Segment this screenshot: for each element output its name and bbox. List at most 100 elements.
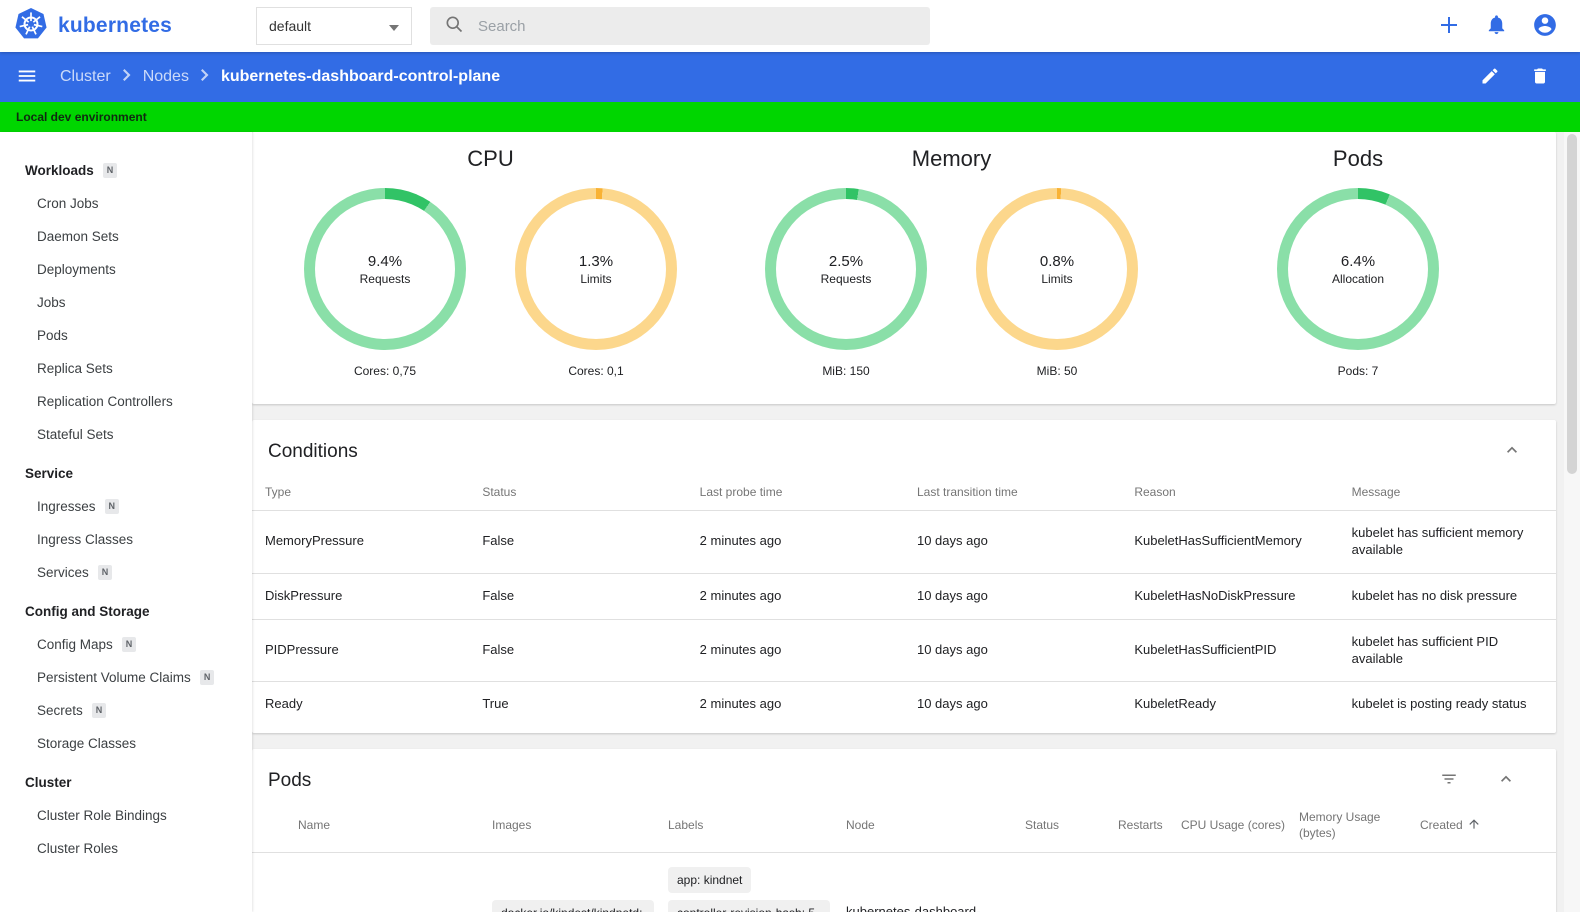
cpu-requests-gauge: 9.4% Requests Cores: 0,75 xyxy=(304,188,466,378)
sidebar-item-label: Config Maps xyxy=(37,637,113,652)
column-created[interactable]: Created xyxy=(1420,817,1525,836)
cpu-gauge-group: CPU 9.4% Requests Cores: 0,75 1.3% Limit… xyxy=(304,146,677,378)
pod-labels: app: kindnet controller-revision-hash: 5… xyxy=(668,866,846,912)
create-resource-button[interactable] xyxy=(1437,13,1461,40)
column-type: Type xyxy=(252,477,470,511)
condition-message: kubelet has sufficient memory available xyxy=(1338,510,1556,574)
condition-row: MemoryPressure False 2 minutes ago 10 da… xyxy=(252,510,1556,574)
column-labels: Labels xyxy=(668,818,704,833)
sidebar: Workloads N Cron Jobs Daemon Sets Deploy… xyxy=(0,132,252,912)
new-badge: N xyxy=(121,637,137,652)
condition-transition-time: 10 days ago xyxy=(903,619,1122,683)
sidebar-item-secrets[interactable]: Secrets N xyxy=(0,694,252,727)
column-name[interactable]: Name xyxy=(298,818,492,834)
condition-message: kubelet is posting ready status xyxy=(1351,696,1527,712)
conditions-card: Conditions Type Status Last probe time L… xyxy=(252,420,1556,734)
sidebar-item-label: Cluster Roles xyxy=(37,841,119,856)
sidebar-item-label: Storage Classes xyxy=(37,736,137,751)
kubernetes-helm-icon xyxy=(14,7,48,46)
gauge-footer: Pods: 7 xyxy=(1337,364,1379,378)
account-button[interactable] xyxy=(1532,12,1558,41)
namespace-selector[interactable]: default xyxy=(256,7,412,45)
column-status: Status xyxy=(469,477,687,511)
sidebar-section-config-storage: Config and Storage Config Maps N Persist… xyxy=(0,595,252,760)
gauge-label: Allocation xyxy=(1331,271,1385,286)
sidebar-item-label: Ingresses xyxy=(37,499,96,514)
main-scrollbar[interactable] xyxy=(1564,132,1580,912)
chevron-right-icon xyxy=(200,68,209,86)
sidebar-item-cluster-roles[interactable]: Cluster Roles xyxy=(0,832,252,865)
gauge-label: Requests xyxy=(820,271,872,286)
kubernetes-logo[interactable]: kubernetes xyxy=(0,7,256,46)
column-reason: Reason xyxy=(1121,477,1339,511)
sidebar-item-cluster[interactable]: Cluster xyxy=(0,766,252,799)
delete-button[interactable] xyxy=(1530,66,1550,89)
pods-filter-button[interactable] xyxy=(1440,770,1458,791)
pod-node: kubernetes-dashboard-control-plane xyxy=(846,904,981,912)
filter-list-icon xyxy=(1440,770,1458,791)
breadcrumb-cluster[interactable]: Cluster xyxy=(60,68,111,86)
account-circle-icon xyxy=(1532,12,1558,41)
menu-button[interactable] xyxy=(16,65,38,90)
sidebar-item-pods[interactable]: Pods xyxy=(0,319,252,352)
sidebar-item-stateful-sets[interactable]: Stateful Sets xyxy=(0,418,252,451)
sidebar-section-cluster: Cluster Cluster Role Bindings Cluster Ro… xyxy=(0,766,252,865)
search-input[interactable] xyxy=(478,17,916,35)
pods-card-title: Pods xyxy=(268,769,312,791)
condition-message: kubelet has sufficient PID available xyxy=(1338,619,1556,683)
cpu-requests-donut: 9.4% Requests xyxy=(304,188,466,350)
sidebar-item-service[interactable]: Service xyxy=(0,457,252,490)
sidebar-item-jobs[interactable]: Jobs xyxy=(0,286,252,319)
topbar-actions xyxy=(1437,12,1580,41)
sidebar-item-deployments[interactable]: Deployments xyxy=(0,253,252,286)
sidebar-item-daemon-sets[interactable]: Daemon Sets xyxy=(0,220,252,253)
environment-banner: Local dev environment xyxy=(0,102,1580,132)
pods-card: Pods Name Images Labels Node Status Rest… xyxy=(252,749,1556,912)
search-bar[interactable] xyxy=(430,7,930,45)
bell-icon xyxy=(1485,13,1508,39)
pod-image-chip: docker.io/kindest/kindnetd:v20230511-dc7… xyxy=(492,899,654,912)
scrollbar-thumb[interactable] xyxy=(1567,134,1577,474)
condition-reason: KubeletHasNoDiskPressure xyxy=(1121,573,1339,620)
sidebar-item-cluster-role-bindings[interactable]: Cluster Role Bindings xyxy=(0,799,252,832)
sidebar-item-replication-controllers[interactable]: Replication Controllers xyxy=(0,385,252,418)
condition-transition-time: 10 days ago xyxy=(903,573,1122,620)
sidebar-item-workloads[interactable]: Workloads N xyxy=(0,154,252,187)
column-last-transition-time: Last transition time xyxy=(903,477,1122,511)
sidebar-item-label: Services xyxy=(37,565,89,580)
sidebar-item-label: Ingress Classes xyxy=(37,532,134,547)
column-last-probe-time: Last probe time xyxy=(686,477,904,511)
sidebar-item-ingress-classes[interactable]: Ingress Classes xyxy=(0,523,252,556)
column-node: Node xyxy=(846,818,875,833)
condition-type: MemoryPressure xyxy=(252,510,470,574)
sidebar-item-label: Daemon Sets xyxy=(37,229,119,244)
condition-status: False xyxy=(469,573,687,620)
sidebar-item-config-and-storage[interactable]: Config and Storage xyxy=(0,595,252,628)
sidebar-item-cron-jobs[interactable]: Cron Jobs xyxy=(0,187,252,220)
chevron-up-icon xyxy=(1496,769,1516,792)
breadcrumb-nodes[interactable]: Nodes xyxy=(143,68,189,86)
sidebar-item-label: Deployments xyxy=(37,262,116,277)
condition-transition-time: 10 days ago xyxy=(916,696,988,712)
gauge-footer: Cores: 0,1 xyxy=(568,364,624,378)
notifications-button[interactable] xyxy=(1485,13,1508,39)
sidebar-item-ingresses[interactable]: Ingresses N xyxy=(0,490,252,523)
sidebar-item-storage-classes[interactable]: Storage Classes xyxy=(0,727,252,760)
memory-requests-gauge: 2.5% Requests MiB: 150 xyxy=(765,188,927,378)
sidebar-section-workloads: Workloads N Cron Jobs Daemon Sets Deploy… xyxy=(0,154,252,451)
column-images: Images xyxy=(492,818,532,833)
cpu-limits-donut: 1.3% Limits xyxy=(515,188,677,350)
edit-button[interactable] xyxy=(1480,66,1500,89)
plus-icon xyxy=(1437,13,1461,40)
column-status: Status xyxy=(1025,818,1060,833)
sidebar-item-config-maps[interactable]: Config Maps N xyxy=(0,628,252,661)
pods-collapse-button[interactable] xyxy=(1496,769,1516,792)
sidebar-item-services[interactable]: Services N xyxy=(0,556,252,589)
conditions-collapse-button[interactable] xyxy=(1502,440,1522,463)
sidebar-item-persistent-volume-claims[interactable]: Persistent Volume Claims N xyxy=(0,661,252,694)
pencil-icon xyxy=(1480,66,1500,89)
sidebar-item-replica-sets[interactable]: Replica Sets xyxy=(0,352,252,385)
memory-limits-donut: 0.8% Limits xyxy=(976,188,1138,350)
new-badge: N xyxy=(104,499,120,514)
chevron-right-icon xyxy=(122,68,131,86)
